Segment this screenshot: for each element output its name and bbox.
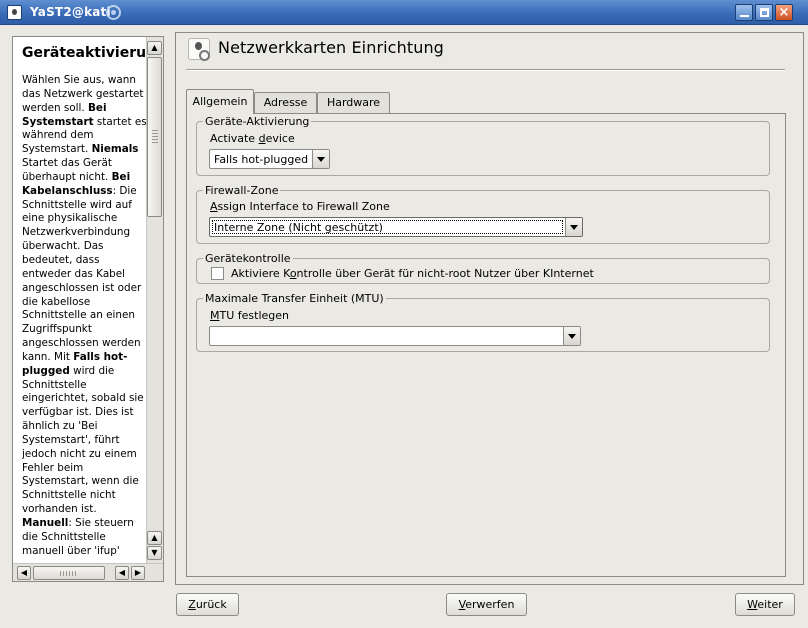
label-mnemonic: o (289, 267, 297, 280)
help-segment: Wählen Sie aus, wann das Netzwerk gestar… (22, 74, 144, 114)
firewall-zone-group: Firewall-Zone Assign Interface to Firewa… (196, 184, 770, 244)
help-segment: Startet das Gerät überhaupt nicht. (22, 157, 112, 183)
back-button[interactable]: Zurück (176, 593, 239, 616)
label-text: Aktiviere K (231, 267, 290, 280)
button-label: erwerfen (465, 598, 515, 611)
maximize-icon (760, 8, 769, 17)
help-segment-bold: Niemals (91, 143, 139, 156)
tab-adresse[interactable]: Adresse (254, 92, 317, 113)
close-button[interactable]: × (775, 4, 793, 21)
minimize-icon (740, 15, 749, 17)
label-text: ntrolle über Gerät für nicht-root Nutzer… (296, 267, 594, 280)
mtu-combo[interactable] (209, 326, 581, 346)
help-segment: wird die Schnittstelle eingerichtet, sob… (22, 364, 144, 516)
user-control-label[interactable]: Aktiviere Kontrolle über Gerät für nicht… (231, 267, 594, 280)
title-bar[interactable]: YaST2@kati × (0, 0, 808, 25)
group-legend: Gerätekontrolle (203, 252, 293, 265)
yast-app-icon[interactable] (7, 5, 22, 20)
scroll-up-arrow-icon[interactable]: ▲ (147, 531, 162, 545)
user-control-checkbox[interactable] (211, 267, 224, 280)
device-activation-group: Geräte-Aktivierung Activate device Falls… (196, 115, 770, 176)
title-divider (186, 69, 785, 71)
label-mnemonic: M (210, 309, 220, 322)
mtu-label: MTU festlegen (210, 309, 289, 322)
window-title: YaST2@kati (30, 5, 111, 19)
group-legend: Maximale Transfer Einheit (MTU) (203, 292, 386, 305)
network-card-icon (188, 38, 210, 61)
scroll-left-arrow-icon[interactable]: ◀ (115, 566, 129, 580)
main-frame: Netzwerkkarten Einrichtung Allgemein Adr… (175, 32, 804, 585)
minimize-button[interactable] (735, 4, 753, 21)
scroll-down-arrow-icon[interactable]: ▼ (147, 546, 162, 560)
label-text: ssign Interface to Firewall Zone (217, 200, 390, 213)
combo-value: Falls hot-plugged (214, 153, 309, 166)
maximize-button[interactable] (755, 4, 773, 21)
sticky-icon[interactable] (106, 5, 121, 20)
mtu-group: Maximale Transfer Einheit (MTU) MTU fest… (196, 292, 770, 352)
help-hscroll-thumb[interactable] (33, 566, 105, 580)
chevron-down-icon[interactable] (565, 218, 582, 236)
help-segment-bold: Manuell (22, 517, 69, 529)
label-text: evice (265, 132, 295, 145)
scroll-right-arrow-icon[interactable]: ▶ (131, 566, 145, 580)
page-title: Netzwerkkarten Einrichtung (218, 38, 444, 57)
discard-button[interactable]: Verwerfen (446, 593, 527, 616)
scroll-left-arrow-icon[interactable]: ◀ (17, 566, 31, 580)
chevron-down-icon[interactable] (312, 150, 329, 168)
device-control-group: Gerätekontrolle Aktiviere Kontrolle über… (196, 252, 770, 284)
combo-value: Interne Zone (Nicht geschützt) (214, 221, 383, 234)
help-horizontal-scrollbar[interactable]: ◀ ◀ ▶ (13, 563, 163, 581)
group-legend: Firewall-Zone (203, 184, 281, 197)
help-segment: : Die Schnittstelle wird auf eine physik… (22, 184, 142, 363)
label-text: Activate (210, 132, 259, 145)
button-label: eiter (757, 598, 783, 611)
tab-hardware[interactable]: Hardware (317, 92, 390, 113)
tab-panel-allgemein: Geräte-Aktivierung Activate device Falls… (186, 113, 786, 577)
next-button[interactable]: Weiter (735, 593, 795, 616)
scroll-up-arrow-icon[interactable]: ▲ (147, 41, 162, 55)
help-heading: Geräteaktivierung (22, 45, 148, 61)
tab-allgemein[interactable]: Allgemein (186, 89, 254, 114)
help-panel[interactable]: Geräteaktivierung Wählen Sie aus, wann d… (12, 36, 164, 582)
close-icon: × (778, 5, 790, 20)
activate-device-combo[interactable]: Falls hot-plugged (209, 149, 330, 169)
firewall-zone-label: Assign Interface to Firewall Zone (210, 200, 390, 213)
button-mnemonic: Z (188, 598, 196, 611)
label-mnemonic: d (258, 132, 266, 145)
label-mnemonic: A (210, 200, 218, 213)
help-scroll-thumb[interactable] (147, 57, 162, 217)
label-text: TU festlegen (219, 309, 290, 322)
activate-device-label: Activate device (210, 132, 295, 145)
help-text: Geräteaktivierung Wählen Sie aus, wann d… (22, 41, 148, 563)
group-legend: Geräte-Aktivierung (203, 115, 312, 128)
help-paragraph: Wählen Sie aus, wann das Netzwerk gestar… (22, 74, 148, 559)
firewall-zone-combo[interactable]: Interne Zone (Nicht geschützt) (209, 217, 583, 237)
chevron-down-icon[interactable] (563, 327, 580, 345)
help-vertical-scrollbar[interactable]: ▲ ▲ ▼ (146, 37, 163, 563)
button-label: urück (195, 598, 227, 611)
button-mnemonic: W (747, 598, 758, 611)
